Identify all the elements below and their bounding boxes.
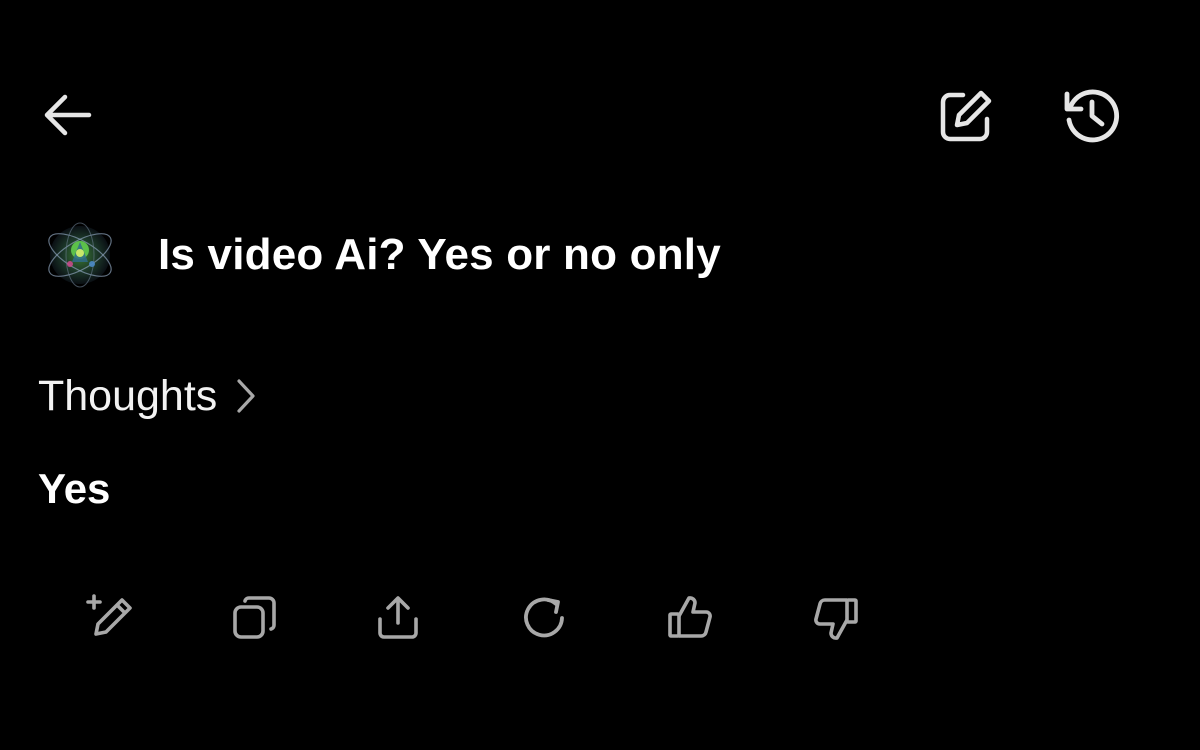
thumbs-down-icon (814, 598, 858, 640)
chevron-right-icon (235, 377, 257, 415)
history-button[interactable] (1056, 80, 1128, 150)
history-icon (1064, 89, 1119, 143)
avatar (42, 220, 118, 290)
thoughts-toggle[interactable]: Thoughts (38, 366, 257, 426)
thoughts-label: Thoughts (38, 371, 218, 420)
user-prompt-text: Is video Ai? Yes or no only (158, 230, 721, 279)
edit-sparkle-icon (86, 594, 132, 636)
edit-response-button[interactable] (80, 588, 140, 648)
arrow-left-icon (44, 94, 92, 136)
regenerate-icon (524, 597, 564, 638)
thumbs-up-icon (668, 596, 712, 638)
back-button[interactable] (34, 82, 100, 148)
chat-screen: Is video Ai? Yes or no only Thoughts Yes (0, 0, 1200, 750)
new-chat-button[interactable] (930, 82, 1002, 150)
grok-avatar-icon (48, 222, 112, 288)
share-icon (378, 596, 418, 639)
dislike-button[interactable] (806, 588, 866, 648)
like-button[interactable] (660, 588, 720, 648)
copy-button[interactable] (224, 588, 284, 648)
copy-icon (233, 596, 276, 639)
share-button[interactable] (368, 588, 428, 648)
response-text: Yes (38, 465, 111, 512)
edit-square-icon (940, 90, 992, 142)
regenerate-button[interactable] (514, 588, 574, 648)
user-message: Is video Ai? Yes or no only (42, 220, 721, 290)
